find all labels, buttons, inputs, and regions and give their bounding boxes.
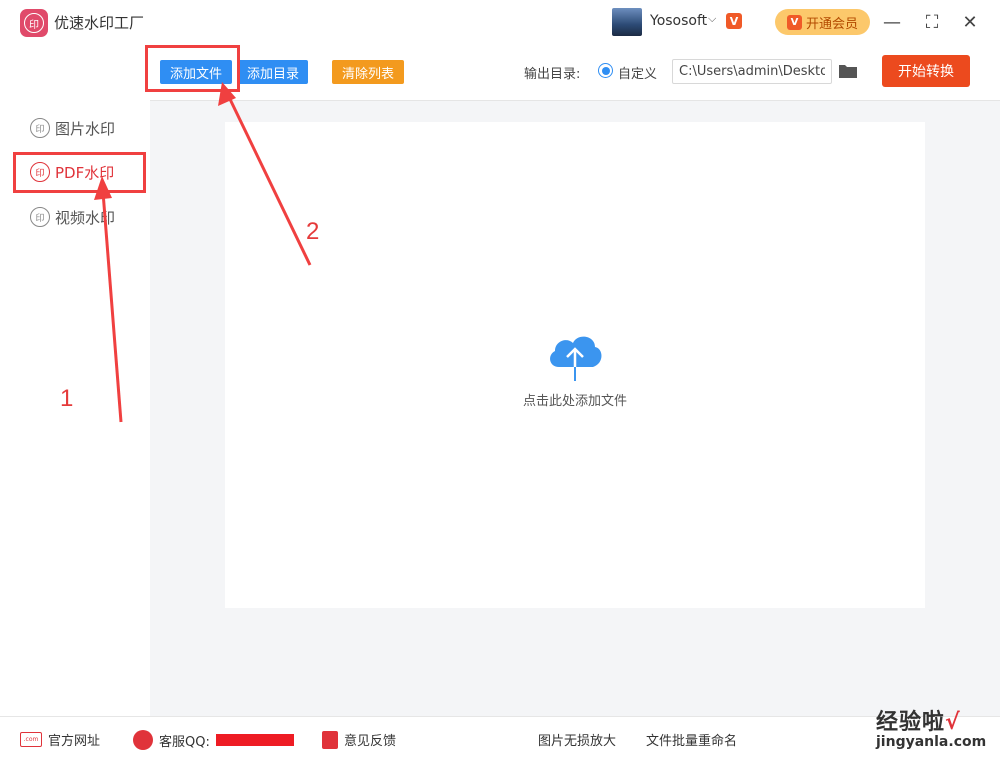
sidebar: 印 图片水印 印 PDF水印 印 视频水印 [0,44,150,716]
user-avatar[interactable] [612,8,642,36]
sidebar-item-image-watermark[interactable]: 印 图片水印 [30,116,115,140]
feedback-icon [322,730,338,749]
start-convert-button[interactable]: 开始转换 [882,55,970,87]
site-watermark-url: jingyanla.com [876,734,987,750]
sidebar-item-label: 图片水印 [55,119,116,138]
feedback-link[interactable]: 意见反馈 [322,730,396,749]
annotation-step-1: 1 [60,385,74,412]
folder-icon[interactable] [838,63,858,79]
support-qq-label: 客服QQ: [159,734,210,750]
cloud-upload-icon [550,336,602,381]
maximize-icon[interactable]: ⛶ [920,10,944,34]
seal-icon: 印 [30,207,50,227]
check-icon: √ [945,710,961,735]
drop-hint-text: 点击此处添加文件 [522,394,627,409]
custom-dir-radio[interactable] [598,63,613,78]
app-logo: 印 [20,9,48,37]
sidebar-item-label: 视频水印 [55,208,116,227]
file-drop-zone[interactable]: 点击此处添加文件 [225,122,925,608]
footer: .com 官方网址 客服QQ: 意见反馈 图片无损放大 文件批量重命名 [0,716,1000,760]
official-site-label: 官方网址 [48,734,101,749]
app-title: 优速水印工厂 [54,14,145,32]
user-name[interactable]: Yososoft [650,13,707,29]
output-dir-label: 输出目录: [524,67,581,82]
toolbar: 添加文件 添加目录 清除列表 输出目录: 自定义 开始转换 [150,44,1000,101]
add-folder-button[interactable]: 添加目录 [238,60,308,84]
open-vip-button[interactable]: V 开通会员 [775,9,870,35]
vip-icon: V [786,14,802,30]
custom-dir-radio-label[interactable]: 自定义 [618,63,657,82]
batch-rename-link[interactable]: 文件批量重命名 [646,730,737,749]
minimize-icon[interactable]: — [880,10,904,34]
official-site-link[interactable]: .com 官方网址 [20,730,100,749]
feedback-label: 意见反馈 [344,734,397,749]
output-path-input[interactable] [672,59,832,84]
qq-icon [133,730,153,750]
app-logo-glyph: 印 [24,13,44,33]
close-icon[interactable]: ✕ [958,10,982,34]
watermark-text: 经验啦 [876,710,946,735]
annotation-step-2: 2 [306,218,320,245]
support-qq-link[interactable]: 客服QQ: [133,730,294,750]
redacted-qq-number [215,734,294,746]
sidebar-item-video-watermark[interactable]: 印 视频水印 [30,205,115,229]
website-icon: .com [20,732,42,747]
open-vip-label: 开通会员 [805,16,858,32]
image-upscale-link[interactable]: 图片无损放大 [538,730,616,749]
highlight-pdf-watermark [13,152,146,193]
vip-badge-icon: V [726,13,742,29]
chevron-down-icon[interactable]: ⌵ [708,12,716,26]
site-watermark: 经验啦√ [876,704,961,736]
clear-list-button[interactable]: 清除列表 [332,60,404,84]
seal-icon: 印 [30,118,50,138]
highlight-add-file [145,45,240,92]
title-bar: 印 优速水印工厂 Yososoft ⌵ V V 开通会员 — ⛶ ✕ [0,0,1000,44]
